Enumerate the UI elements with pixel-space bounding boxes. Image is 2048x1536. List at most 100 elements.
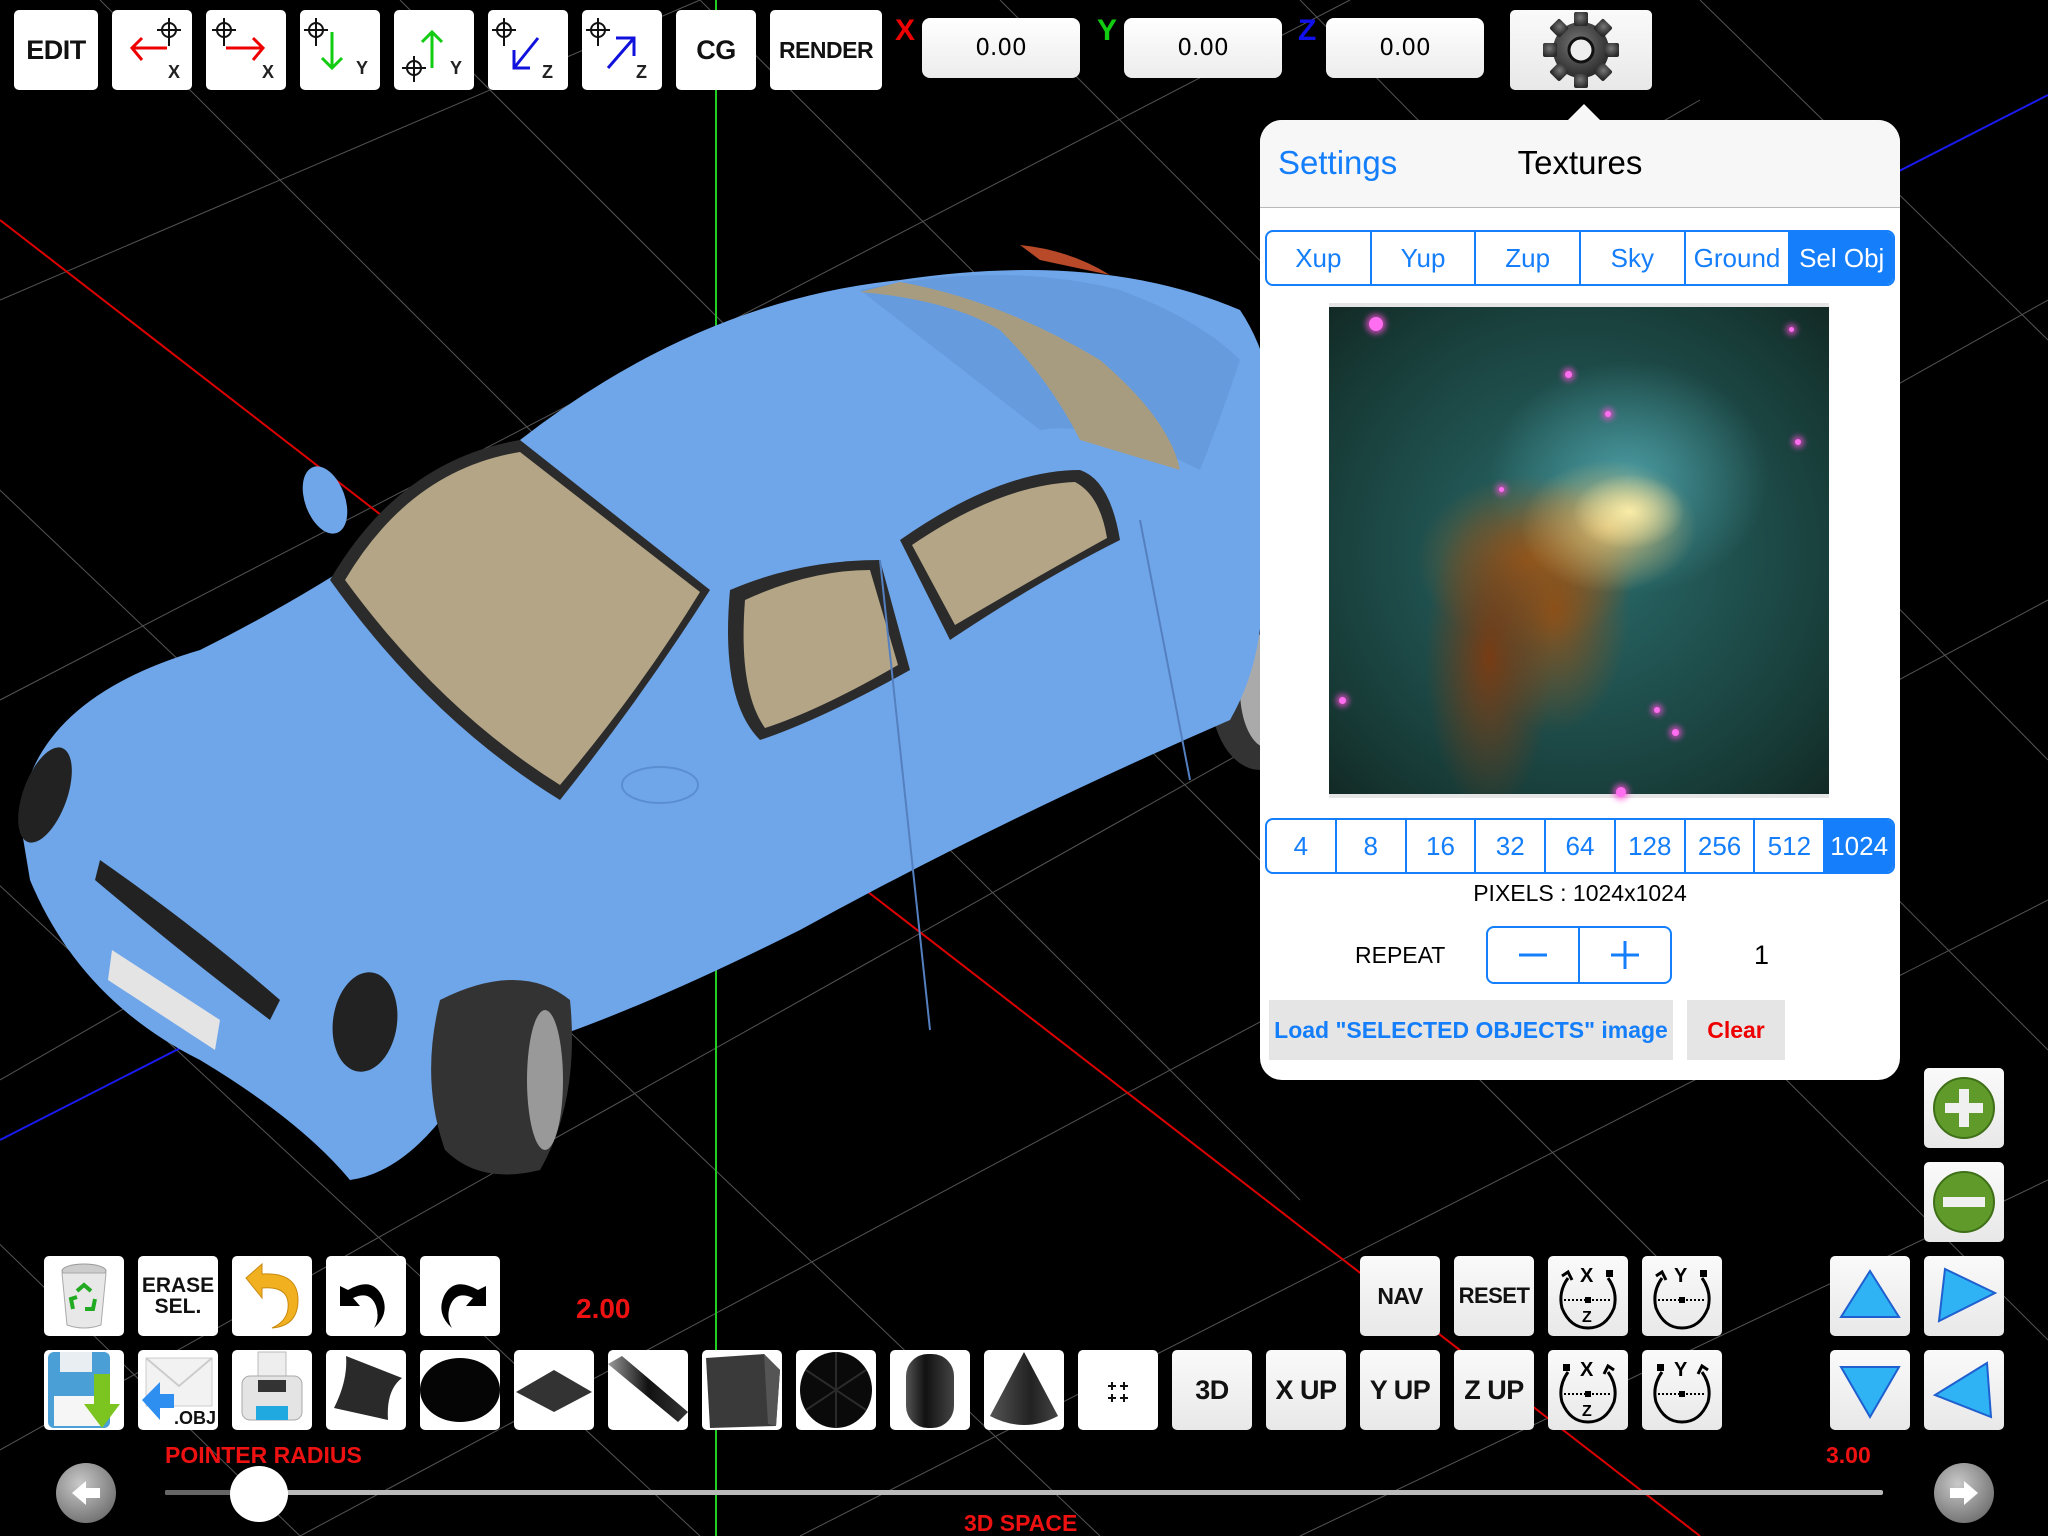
move-left-button[interactable] [1924, 1350, 2004, 1430]
shape-strip-button[interactable] [608, 1350, 688, 1430]
rotate-xz-icon: X Z [1559, 1265, 1617, 1330]
settings-button[interactable] [1510, 10, 1652, 90]
star [1499, 487, 1504, 492]
move-z-away-button[interactable]: Z [582, 10, 662, 90]
svg-text:Z: Z [1582, 1403, 1592, 1420]
size-16[interactable]: 16 [1407, 820, 1477, 872]
tab-yup[interactable]: Yup [1372, 232, 1477, 284]
save-button[interactable] [44, 1350, 124, 1430]
shape-surface-button[interactable] [326, 1350, 406, 1430]
trash-button[interactable] [44, 1256, 124, 1336]
z-up-button[interactable]: Z UP [1454, 1350, 1534, 1430]
svg-text:X: X [1580, 1265, 1594, 1287]
y-up-button[interactable]: Y UP [1360, 1350, 1440, 1430]
cg-button[interactable]: CG [676, 10, 756, 90]
size-1024[interactable]: 1024 [1825, 820, 1893, 872]
move-x-right-button[interactable]: X [206, 10, 286, 90]
size-4[interactable]: 4 [1267, 820, 1337, 872]
star [1789, 327, 1794, 332]
rotate-y-ccw-button[interactable]: Y [1642, 1256, 1722, 1336]
view-3d-button[interactable]: 3D [1172, 1350, 1252, 1430]
move-y-up-button[interactable]: Y [394, 10, 474, 90]
texture-image [1329, 307, 1829, 797]
reset-button[interactable]: RESET [1454, 1256, 1534, 1336]
move-x-left-button[interactable]: X [112, 10, 192, 90]
star [1654, 707, 1660, 713]
repeat-stepper [1486, 926, 1672, 984]
erase-selection-button[interactable]: ERASE SEL. [138, 1256, 218, 1336]
cylinder-icon [906, 1354, 954, 1428]
z-coord-field[interactable]: 0.00 [1326, 18, 1484, 78]
x-coord-label: X [895, 14, 916, 47]
repeat-increment-button[interactable] [1580, 928, 1670, 982]
size-512[interactable]: 512 [1755, 820, 1826, 872]
move-z-toward-button[interactable]: Z [488, 10, 568, 90]
slider-max-value: 3.00 [1826, 1442, 1871, 1468]
redo-button[interactable] [420, 1256, 500, 1336]
edit-button[interactable]: EDIT [14, 10, 98, 90]
repeat-label: REPEAT [1355, 942, 1446, 968]
tab-sky[interactable]: Sky [1581, 232, 1686, 284]
repeat-decrement-button[interactable] [1488, 928, 1580, 982]
pointer-radius-slider[interactable] [165, 1490, 1883, 1495]
svg-text:Z: Z [1582, 1309, 1592, 1326]
undo-all-button[interactable] [232, 1256, 312, 1336]
rotate-y-cw-button[interactable]: Y [1642, 1350, 1722, 1430]
tab-ground[interactable]: Ground [1686, 232, 1791, 284]
y-coord-label: Y [1097, 14, 1118, 47]
move-up-button[interactable] [1830, 1256, 1910, 1336]
shape-cone-button[interactable] [984, 1350, 1064, 1430]
arrow-z-away-icon: Z [586, 18, 647, 82]
shape-box-button[interactable] [702, 1350, 782, 1430]
rotate-xz-cw-icon: X Z [1559, 1359, 1617, 1424]
load-selected-objects-image-button[interactable]: Load "SELECTED OBJECTS" image [1269, 1000, 1673, 1060]
shape-plane-button[interactable] [514, 1350, 594, 1430]
recycle-bin-icon [61, 1263, 107, 1329]
clear-button[interactable]: Clear [1687, 1000, 1785, 1060]
slider-decrease-button[interactable] [56, 1463, 116, 1523]
arrow-left-x-icon: X [129, 18, 181, 82]
size-256[interactable]: 256 [1686, 820, 1756, 872]
x-coord-field[interactable]: 0.00 [922, 18, 1080, 78]
nav-button[interactable]: NAV [1360, 1256, 1440, 1336]
undo-yellow-icon [245, 1262, 299, 1329]
export-obj-button[interactable]: .OBJ [138, 1350, 218, 1430]
print-button[interactable] [232, 1350, 312, 1430]
svg-text:Y: Y [1674, 1359, 1688, 1381]
rotate-xz-cw-button[interactable]: X Z [1548, 1350, 1628, 1430]
render-button[interactable]: RENDER [770, 10, 882, 90]
texture-preview[interactable] [1329, 303, 1829, 798]
move-down-button[interactable] [1830, 1350, 1910, 1430]
curved-surface-icon [334, 1356, 402, 1420]
slider-increase-button[interactable] [1934, 1463, 1994, 1523]
size-32[interactable]: 32 [1476, 820, 1547, 872]
sphere-icon [420, 1358, 500, 1422]
shape-geosphere-button[interactable] [796, 1350, 876, 1430]
rotate-xz-ccw-button[interactable]: X Z [1548, 1256, 1628, 1336]
tab-xup[interactable]: Xup [1267, 232, 1372, 284]
svg-text:Y: Y [356, 58, 368, 78]
popover-header: Settings Textures [1260, 120, 1900, 208]
star [1672, 729, 1679, 736]
zoom-in-button[interactable] [1924, 1068, 2004, 1148]
move-y-down-button[interactable]: Y [300, 10, 380, 90]
star [1565, 371, 1572, 378]
rotate-y-icon: Y [1653, 1265, 1711, 1330]
grid-points-button[interactable] [1078, 1350, 1158, 1430]
triangle-down-icon [1839, 1366, 1901, 1419]
arrow-down-y-icon: Y [304, 18, 368, 78]
gear-icon [1543, 12, 1619, 88]
y-coord-field[interactable]: 0.00 [1124, 18, 1282, 78]
x-up-button[interactable]: X UP [1266, 1350, 1346, 1430]
size-8[interactable]: 8 [1337, 820, 1407, 872]
tab-sel-obj[interactable]: Sel Obj [1790, 232, 1893, 284]
shape-sphere-button[interactable] [420, 1350, 500, 1430]
tab-zup[interactable]: Zup [1476, 232, 1582, 284]
undo-button[interactable] [326, 1256, 406, 1336]
size-64[interactable]: 64 [1546, 820, 1616, 872]
svg-text:X: X [262, 62, 274, 82]
shape-cylinder-button[interactable] [890, 1350, 970, 1430]
zoom-out-button[interactable] [1924, 1162, 2004, 1242]
size-128[interactable]: 128 [1616, 820, 1686, 872]
move-right-button[interactable] [1924, 1256, 2004, 1336]
